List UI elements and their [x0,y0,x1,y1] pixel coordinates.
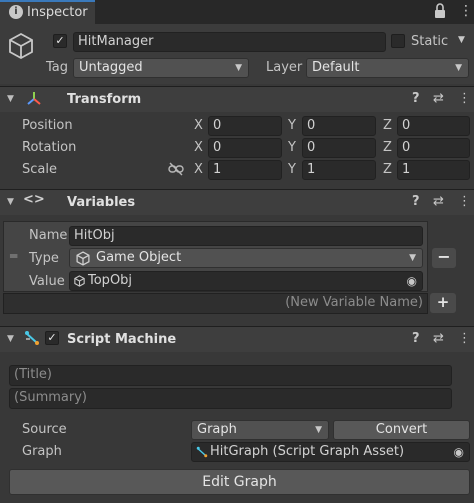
active-checkbox[interactable]: ✓ [53,34,67,48]
variables-title: Variables [67,195,136,210]
source-label: Source [22,422,67,437]
rotation-label: Rotation [22,140,77,155]
script-machine-enabled-checkbox[interactable]: ✓ [45,331,59,345]
static-checkbox[interactable] [391,34,405,48]
chevron-down-icon: ▼ [235,63,242,73]
preset-icon[interactable]: ⇄ [433,195,444,209]
static-dropdown-icon[interactable]: ▼ [458,35,465,45]
new-variable-name-field[interactable]: (New Variable Name) [3,293,428,314]
scale-z-field[interactable]: 1 [397,160,470,180]
help-icon[interactable]: ? [412,332,420,346]
layer-value: Default [312,60,360,75]
rotation-z-label: Z [383,140,392,155]
position-z-field[interactable]: 0 [397,116,470,136]
foldout-arrow-icon[interactable]: ▼ [7,94,14,104]
edit-graph-button[interactable]: Edit Graph [9,469,470,495]
scale-x-field[interactable]: 1 [208,160,282,180]
gameobject-cube-icon [76,251,90,272]
position-y-field[interactable]: 0 [302,116,376,136]
name-label: Name [29,228,68,243]
lock-icon[interactable] [434,3,446,19]
help-icon[interactable]: ? [412,195,420,209]
tag-dropdown[interactable]: Untagged ▼ [73,58,249,78]
tab-inspector[interactable]: i Inspector [0,0,95,24]
graph-asset-value: HitGraph (Script Graph Asset) [210,444,405,459]
preset-icon[interactable]: ⇄ [433,332,444,346]
variable-name-field[interactable]: HitObj [69,226,423,246]
code-brackets-icon: <> [23,192,45,207]
gameobject-cube-icon [74,275,85,290]
position-y-label: Y [288,118,296,133]
chevron-down-icon: ▼ [315,425,322,435]
static-label: Static [411,34,449,49]
tab-menu-icon[interactable]: ⋮ [459,2,473,20]
source-value: Graph [197,422,237,437]
add-variable-button[interactable]: + [430,293,456,313]
graph-asset-field[interactable]: HitGraph (Script Graph Asset) ◉ [191,442,470,462]
variable-value-field[interactable]: TopObj ◉ [69,271,423,291]
scale-label: Scale [22,162,57,177]
layer-dropdown[interactable]: Default ▼ [306,58,469,78]
tag-label: Tag [46,60,69,75]
value-text: TopObj [88,273,133,288]
rotation-z-field[interactable]: 0 [397,138,470,158]
position-x-label: X [194,118,203,133]
chevron-down-icon: ▼ [409,253,416,263]
convert-button[interactable]: Convert [333,420,470,440]
tab-title: Inspector [27,5,88,20]
graph-title-field[interactable]: (Title) [9,365,452,386]
variable-type-dropdown[interactable]: Game Object ▼ [69,248,423,268]
preset-icon[interactable]: ⇄ [433,92,444,106]
component-menu-icon[interactable]: ⋮ [458,195,471,209]
rotation-x-field[interactable]: 0 [208,138,282,158]
position-x-field[interactable]: 0 [208,116,282,136]
scale-y-label: Y [288,162,296,177]
chevron-down-icon: ▼ [455,63,462,73]
component-menu-icon[interactable]: ⋮ [458,92,471,106]
remove-variable-button[interactable]: − [432,248,456,268]
help-icon[interactable]: ? [412,92,420,106]
type-label: Type [29,251,59,266]
rotation-y-field[interactable]: 0 [302,138,376,158]
component-menu-icon[interactable]: ⋮ [458,332,471,346]
position-z-label: Z [383,118,392,133]
layer-label: Layer [266,60,303,75]
tag-value: Untagged [79,60,143,75]
rotation-y-label: Y [288,140,296,155]
foldout-arrow-icon[interactable]: ▼ [7,334,14,344]
script-machine-title: Script Machine [67,332,177,347]
type-value: Game Object [96,250,182,265]
scale-x-label: X [194,162,203,177]
transform-axes-icon [26,90,42,110]
info-icon: i [9,5,23,19]
position-label: Position [22,118,73,133]
script-machine-icon [24,330,40,350]
drag-handle-icon[interactable]: ═ [10,250,17,262]
graph-summary-field[interactable]: (Summary) [9,388,452,409]
rotation-x-label: X [194,140,203,155]
constrain-proportions-icon[interactable] [168,162,184,180]
foldout-arrow-icon[interactable]: ▼ [7,197,14,207]
source-dropdown[interactable]: Graph ▼ [191,420,329,440]
object-name-field[interactable]: HitManager [73,32,386,52]
object-picker-icon[interactable]: ◉ [454,443,464,461]
scale-y-field[interactable]: 1 [302,160,376,180]
transform-title: Transform [67,92,142,107]
scale-z-label: Z [383,162,392,177]
object-picker-icon[interactable]: ◉ [407,272,417,290]
gameobject-cube-icon [8,32,34,64]
graph-label: Graph [22,444,62,459]
script-graph-icon [196,446,208,461]
value-label: Value [29,274,65,289]
